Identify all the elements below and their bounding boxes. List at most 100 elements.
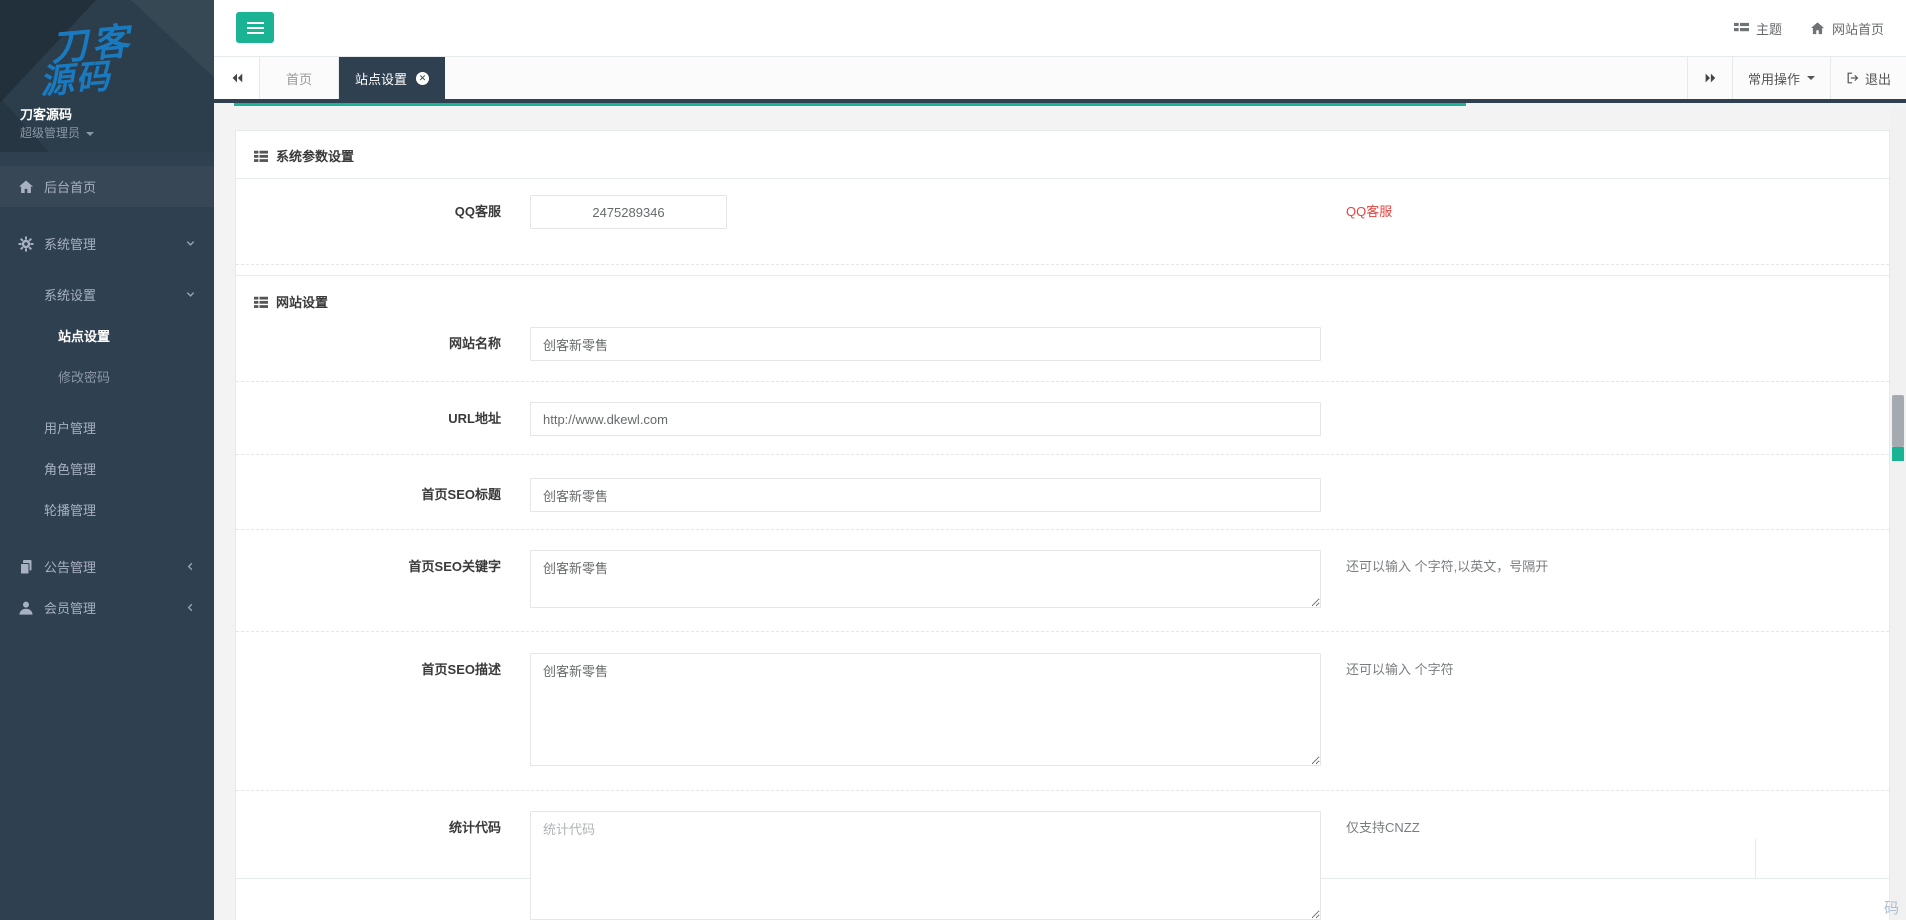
chevron-left-icon xyxy=(185,602,196,613)
panel-divider-vertical xyxy=(1755,839,1756,878)
watermark-text: 码 xyxy=(1884,897,1899,918)
sidebar-item-system-settings[interactable]: 系统设置 xyxy=(0,274,214,315)
chevron-down-icon xyxy=(185,238,196,249)
th-list-icon xyxy=(254,149,268,163)
qq-field-wrap xyxy=(530,195,1321,229)
form-row-url: URL地址 xyxy=(236,382,1889,455)
seo-title-field-wrap xyxy=(530,478,1321,512)
brand-logo-line2: 源码 xyxy=(38,57,137,99)
gear-icon xyxy=(18,236,34,252)
stats-code-field-wrap xyxy=(530,811,1321,920)
logout-button[interactable]: 退出 xyxy=(1830,57,1906,99)
progress-bar xyxy=(234,103,1466,106)
sidebar-item-label: 系统管理 xyxy=(44,234,96,253)
sidebar-toggle-button[interactable] xyxy=(236,12,274,43)
content-area: 系统参数设置 QQ客服 QQ客服 网站设置 xyxy=(214,107,1906,920)
sidebar-item-label: 公告管理 xyxy=(44,557,96,576)
sidebar-item-label: 轮播管理 xyxy=(44,500,96,519)
tab-label: 站点设置 xyxy=(355,69,407,88)
seo-desc-hint: 还可以输入 个字符 xyxy=(1346,653,1454,687)
qq-label: QQ客服 xyxy=(236,195,501,229)
sidebar-item-label: 角色管理 xyxy=(44,459,96,478)
site-name-label: 网站名称 xyxy=(236,327,501,361)
sign-out-icon xyxy=(1846,71,1860,85)
th-list-icon xyxy=(254,295,268,309)
sidebar-item-label: 会员管理 xyxy=(44,598,96,617)
tab-home[interactable]: 首页 xyxy=(260,57,339,99)
site-name-field-wrap xyxy=(530,327,1321,361)
caret-down-icon xyxy=(86,132,94,136)
home-icon xyxy=(1810,21,1825,36)
sidebar-item-label: 站点设置 xyxy=(58,326,110,345)
form-row-seo-desc: 首页SEO描述 创客新零售 还可以输入 个字符 xyxy=(236,632,1889,791)
sidebar-item-user-mgmt[interactable]: 用户管理 xyxy=(0,407,214,448)
sidebar-item-label: 后台首页 xyxy=(44,177,96,196)
tabs-scroll-right-button[interactable] xyxy=(1687,57,1732,99)
sidebar-nav: 后台首页 系统管理 系统设置 站点设置 修改 xyxy=(0,166,214,628)
seo-keywords-hint: 还可以输入 个字符,以英文，号隔开 xyxy=(1346,550,1548,584)
sidebar-item-change-password[interactable]: 修改密码 xyxy=(0,356,214,397)
double-right-arrow-icon xyxy=(1703,71,1717,85)
sidebar-item-role-mgmt[interactable]: 角色管理 xyxy=(0,448,214,489)
user-icon xyxy=(18,600,34,616)
stats-code-textarea[interactable] xyxy=(530,811,1321,920)
stats-code-hint: 仅支持CNZZ xyxy=(1346,811,1420,845)
chevron-left-icon xyxy=(185,561,196,572)
qq-hint: QQ客服 xyxy=(1346,195,1392,229)
scrollbar-thumb[interactable] xyxy=(1892,395,1904,447)
theme-button[interactable]: 主题 xyxy=(1734,19,1782,38)
common-actions-label: 常用操作 xyxy=(1748,69,1800,88)
site-home-label: 网站首页 xyxy=(1832,19,1884,38)
tab-label: 首页 xyxy=(286,69,312,88)
qq-input[interactable] xyxy=(530,195,727,229)
stats-code-label: 统计代码 xyxy=(236,811,501,845)
tabs-scroll-left-button[interactable] xyxy=(214,57,260,99)
section-title: 网站设置 xyxy=(276,292,328,311)
sidebar-item-site-settings[interactable]: 站点设置 xyxy=(0,315,214,356)
common-actions-dropdown[interactable]: 常用操作 xyxy=(1732,57,1830,99)
sidebar: 刀客 源码 刀客源码 超级管理员 后台首页 系统管理 xyxy=(0,0,214,920)
section-title: 系统参数设置 xyxy=(276,146,354,165)
sidebar-item-carousel-mgmt[interactable]: 轮播管理 xyxy=(0,489,214,530)
seo-desc-textarea[interactable]: 创客新零售 xyxy=(530,653,1321,766)
main-area: 主题 网站首页 首页 站点设置 ✕ xyxy=(214,0,1906,920)
seo-keywords-textarea[interactable]: 创客新零售 xyxy=(530,550,1321,608)
section-site-settings-header: 网站设置 xyxy=(236,276,1889,319)
seo-keywords-label: 首页SEO关键字 xyxy=(236,550,501,584)
brand-name: 刀客源码 xyxy=(20,104,72,123)
home-icon xyxy=(18,179,34,195)
form-row-seo-title: 首页SEO标题 xyxy=(236,455,1889,530)
section-system-params-header: 系统参数设置 xyxy=(236,131,1889,179)
sidebar-item-label: 修改密码 xyxy=(58,367,110,386)
tab-strip-spacer xyxy=(445,57,1687,99)
top-header-right: 主题 网站首页 xyxy=(1734,0,1884,56)
form-row-site-name: 网站名称 xyxy=(236,319,1889,382)
chevron-down-icon xyxy=(185,289,196,300)
sidebar-item-system-mgmt[interactable]: 系统管理 xyxy=(0,223,214,264)
brand-header: 刀客 源码 刀客源码 超级管理员 xyxy=(0,0,214,152)
user-role-label: 超级管理员 xyxy=(20,126,80,140)
brand-logo: 刀客 源码 xyxy=(49,23,137,99)
form-row-qq: QQ客服 QQ客服 xyxy=(236,179,1889,265)
sidebar-item-dashboard[interactable]: 后台首页 xyxy=(0,166,214,207)
form-row-seo-keywords: 首页SEO关键字 创客新零售 还可以输入 个字符,以英文，号隔开 xyxy=(236,530,1889,632)
vertical-scrollbar[interactable] xyxy=(1890,107,1906,920)
seo-title-label: 首页SEO标题 xyxy=(236,478,501,512)
sidebar-item-announcement-mgmt[interactable]: 公告管理 xyxy=(0,546,214,587)
files-icon xyxy=(18,559,34,575)
caret-down-icon xyxy=(1807,76,1815,80)
url-input[interactable] xyxy=(530,402,1321,436)
sidebar-item-member-mgmt[interactable]: 会员管理 xyxy=(0,587,214,628)
seo-title-input[interactable] xyxy=(530,478,1321,512)
url-field-wrap xyxy=(530,402,1321,436)
url-label: URL地址 xyxy=(236,402,501,436)
settings-panel: 系统参数设置 QQ客服 QQ客服 网站设置 xyxy=(235,130,1890,920)
section-site-settings: 网站设置 网站名称 URL地址 xyxy=(236,275,1889,920)
tab-site-settings[interactable]: 站点设置 ✕ xyxy=(339,57,445,99)
top-header: 主题 网站首页 xyxy=(214,0,1906,56)
sidebar-item-label: 用户管理 xyxy=(44,418,96,437)
site-home-button[interactable]: 网站首页 xyxy=(1810,19,1884,38)
tab-close-icon[interactable]: ✕ xyxy=(416,72,429,85)
user-role-dropdown[interactable]: 超级管理员 xyxy=(20,124,94,141)
site-name-input[interactable] xyxy=(530,327,1321,361)
